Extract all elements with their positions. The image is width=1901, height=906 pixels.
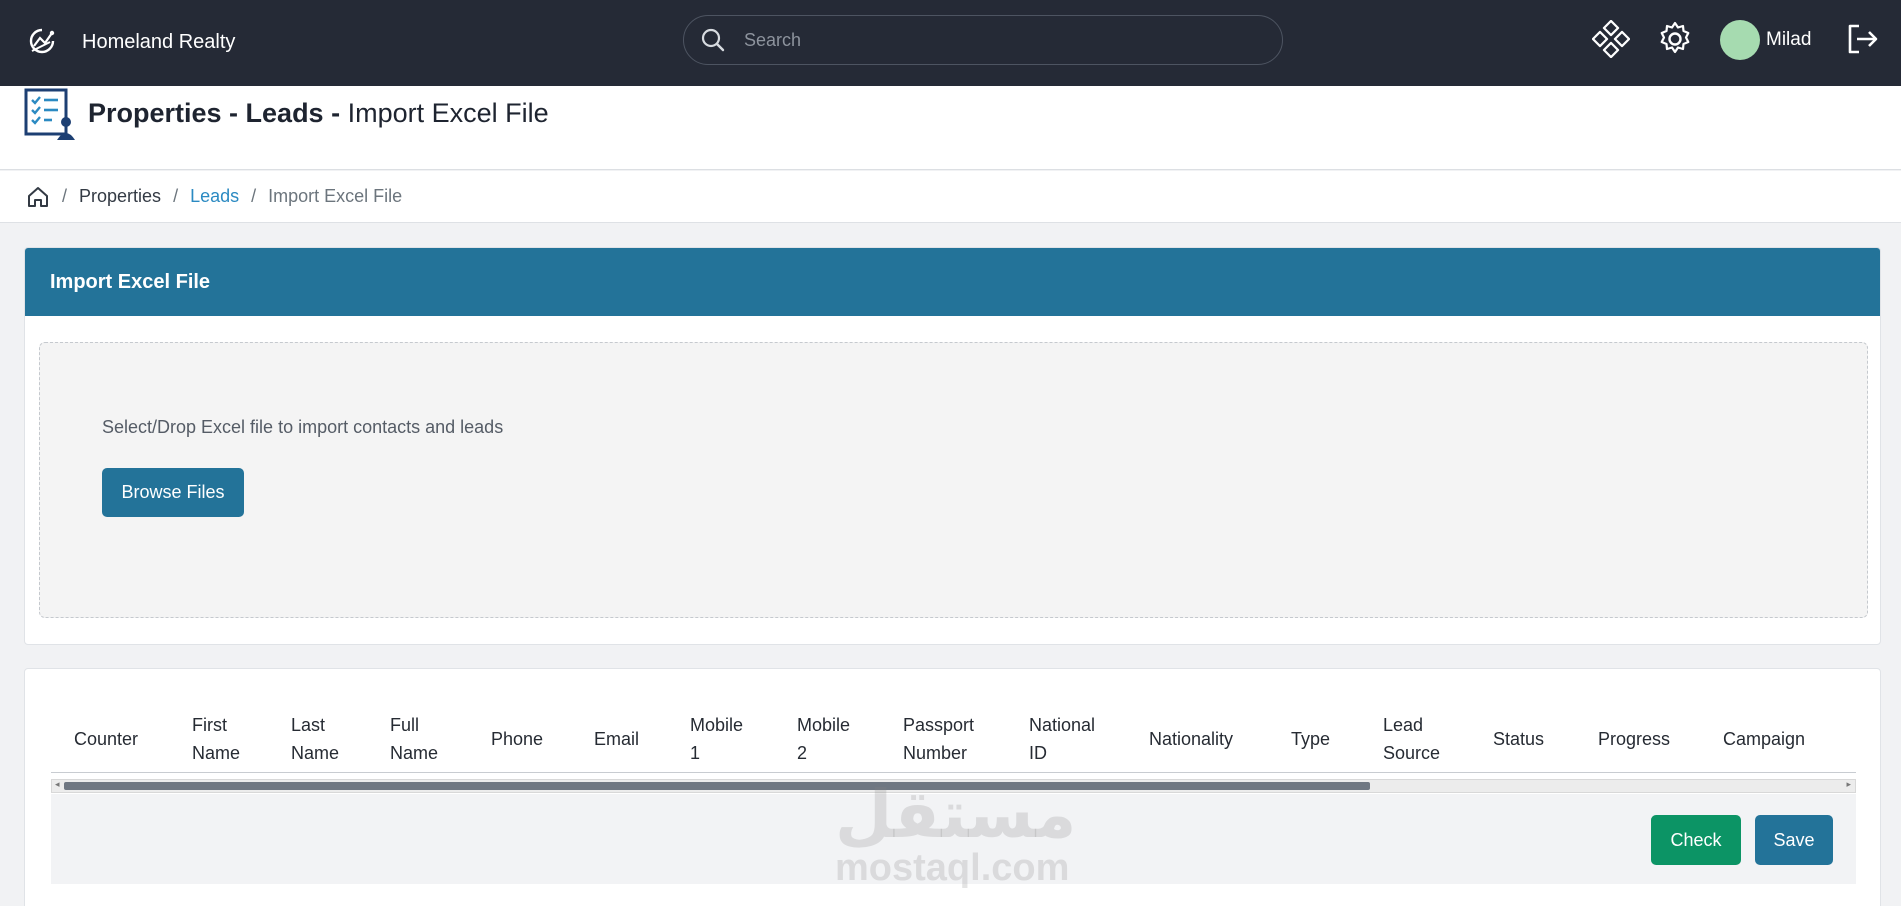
column-header-label: Phone: [491, 729, 544, 749]
table-footer: [51, 794, 1856, 884]
column-header-label: Full: [390, 715, 420, 735]
import-preview-card: Counter First Name Last Name Full Name Phone Ema…: [24, 668, 1881, 906]
import-card-title: Import Excel File: [50, 270, 211, 293]
search-input[interactable]: [726, 16, 1282, 64]
column-header-label: Counter: [74, 729, 139, 749]
column-header-label: Name: [390, 743, 439, 763]
leads-checklist-icon: [24, 88, 75, 140]
column-header-label: Last: [291, 715, 326, 735]
page-header: Properties - Leads - Import Excel File: [0, 86, 1901, 170]
import-card-header: Import Excel File: [25, 248, 1880, 316]
column-header-label: Passport: [903, 715, 975, 735]
search-box[interactable]: [683, 15, 1283, 65]
column-header: Lead Source: [1383, 705, 1440, 773]
gear-icon[interactable]: [1656, 20, 1694, 58]
column-header-label: Lead: [1383, 715, 1424, 735]
column-header-label: First: [192, 715, 227, 735]
file-dropzone[interactable]: Select/Drop Excel file to import contact…: [39, 342, 1868, 618]
column-header: Type: [1291, 705, 1330, 773]
check-button[interactable]: Check: [1651, 815, 1741, 865]
column-header: Phone: [491, 705, 543, 773]
column-header-label: Name: [291, 743, 340, 763]
browse-files-button[interactable]: Browse Files: [102, 468, 244, 517]
column-header: Email: [594, 705, 639, 773]
column-header: Nationality: [1149, 705, 1233, 773]
column-header-label: Source: [1383, 743, 1441, 763]
column-header-label: Status: [1493, 729, 1545, 749]
column-header-label: Mobile: [797, 715, 851, 735]
save-button[interactable]: Save: [1755, 815, 1833, 865]
column-header: Progress: [1598, 705, 1670, 773]
dropzone-text: Select/Drop Excel file to import contact…: [102, 417, 504, 437]
column-header: Campaign: [1723, 705, 1805, 773]
breadcrumb-separator: /: [173, 186, 179, 206]
brand-name: Homeland Realty: [82, 30, 236, 53]
column-header-label: Name: [192, 743, 241, 763]
logout-icon[interactable]: [1843, 20, 1881, 58]
column-header: National ID: [1029, 705, 1095, 773]
column-header-label: National: [1029, 715, 1096, 735]
column-header: Mobile 1: [690, 705, 743, 773]
page-title: Properties - Leads - Import Excel File: [88, 98, 549, 129]
column-header-label: 1: [690, 743, 701, 763]
column-header-label: 2: [797, 743, 808, 763]
column-header: Last Name: [291, 705, 339, 773]
column-header: Mobile 2: [797, 705, 850, 773]
column-header-label: Email: [594, 729, 640, 749]
import-card: Import Excel File Select/Drop Excel file…: [24, 247, 1881, 645]
column-header: Status: [1493, 705, 1544, 773]
breadcrumb-separator: /: [251, 186, 257, 206]
apps-diamond-icon[interactable]: [1592, 20, 1630, 58]
table-header: Counter First Name Last Name Full Name Phone Ema…: [51, 705, 1856, 773]
breadcrumb-separator: /: [62, 186, 68, 206]
column-header: First Name: [192, 705, 240, 773]
column-header-label: Number: [903, 743, 968, 763]
breadcrumb-import-excel-file: Import Excel File: [268, 186, 403, 206]
column-header-label: Nationality: [1149, 729, 1234, 749]
horizontal-scrollbar[interactable]: ◂ ▸: [51, 779, 1856, 793]
column-header: Passport Number: [903, 705, 974, 773]
column-header-label: Campaign: [1723, 729, 1806, 749]
search-icon: [701, 28, 725, 52]
user-name[interactable]: Milad: [1766, 29, 1811, 51]
scroll-left-icon[interactable]: ◂: [55, 779, 60, 790]
page-title-rest: Import Excel File: [347, 98, 549, 128]
breadcrumb-properties[interactable]: Properties: [79, 186, 161, 207]
breadcrumb-leads[interactable]: Leads: [190, 186, 239, 207]
column-header-label: ID: [1029, 743, 1047, 763]
column-header-label: Mobile: [690, 715, 744, 735]
brand-logo-icon: [29, 28, 55, 54]
column-header-label: Type: [1291, 729, 1331, 749]
column-header-label: Progress: [1598, 729, 1671, 749]
page-title-bold: Properties - Leads -: [88, 98, 341, 128]
scroll-right-icon[interactable]: ▸: [1846, 779, 1851, 790]
top-navbar: Homeland Realty Milad: [0, 0, 1901, 86]
breadcrumb: / Properties / Leads / Import Excel File: [0, 171, 1901, 223]
avatar[interactable]: [1720, 20, 1760, 60]
column-header: Counter: [74, 705, 138, 773]
brand[interactable]: Homeland Realty: [26, 24, 235, 60]
column-header: Full Name: [390, 705, 438, 773]
home-icon[interactable]: [26, 185, 50, 209]
scrollbar-thumb[interactable]: [64, 782, 1370, 790]
